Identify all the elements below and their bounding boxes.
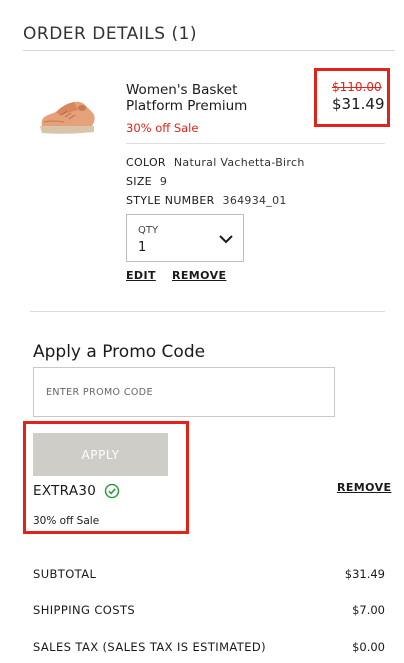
summary-label-subtotal: SUBTOTAL [33, 567, 97, 581]
promo-heading: Apply a Promo Code [33, 342, 206, 362]
attribute-label: COLOR [126, 156, 166, 169]
original-price: $110.00 [332, 80, 382, 94]
summary-value-sales-tax: $0.00 [352, 640, 385, 654]
summary-value-shipping: $7.00 [352, 603, 385, 617]
summary-label-sales-tax: SALES TAX (SALES TAX IS ESTIMATED) [33, 640, 267, 654]
summary-label-shipping: SHIPPING COSTS [33, 603, 136, 617]
order-details-title: ORDER DETAILS (1) [23, 24, 198, 44]
summary-value-subtotal: $31.49 [344, 567, 385, 581]
attribute-value: 9 [159, 175, 168, 188]
check-circle-icon [104, 483, 120, 499]
product-name[interactable]: Women's Basket Platform Premium [126, 82, 276, 114]
remove-promo-link[interactable]: REMOVE [337, 481, 391, 494]
quantity-label: QTY [138, 225, 159, 236]
chevron-down-icon[interactable] [218, 230, 234, 244]
remove-item-link[interactable]: REMOVE [172, 269, 226, 282]
divider [126, 143, 385, 144]
attribute-color: COLOR Natural Vachetta-Birch [126, 156, 305, 169]
attribute-size: SIZE 9 [126, 175, 167, 188]
sale-price: $31.49 [332, 95, 385, 113]
product-image[interactable] [34, 82, 104, 144]
sale-label: 30% off Sale [126, 121, 199, 135]
attribute-label: SIZE [126, 175, 152, 188]
divider [30, 311, 385, 312]
applied-promo-code: EXTRA30 [33, 483, 97, 499]
applied-promo-description: 30% off Sale [33, 515, 100, 527]
apply-button[interactable]: APPLY [33, 433, 168, 476]
attribute-value: Natural Vachetta-Birch [173, 156, 305, 169]
attribute-value: 364934_01 [222, 194, 287, 207]
promo-code-input[interactable] [33, 367, 335, 417]
divider [23, 50, 395, 51]
quantity-value: 1 [138, 240, 147, 255]
attribute-style-number: STYLE NUMBER 364934_01 [126, 194, 287, 207]
attribute-label: STYLE NUMBER [126, 194, 215, 207]
edit-link[interactable]: EDIT [126, 269, 156, 282]
